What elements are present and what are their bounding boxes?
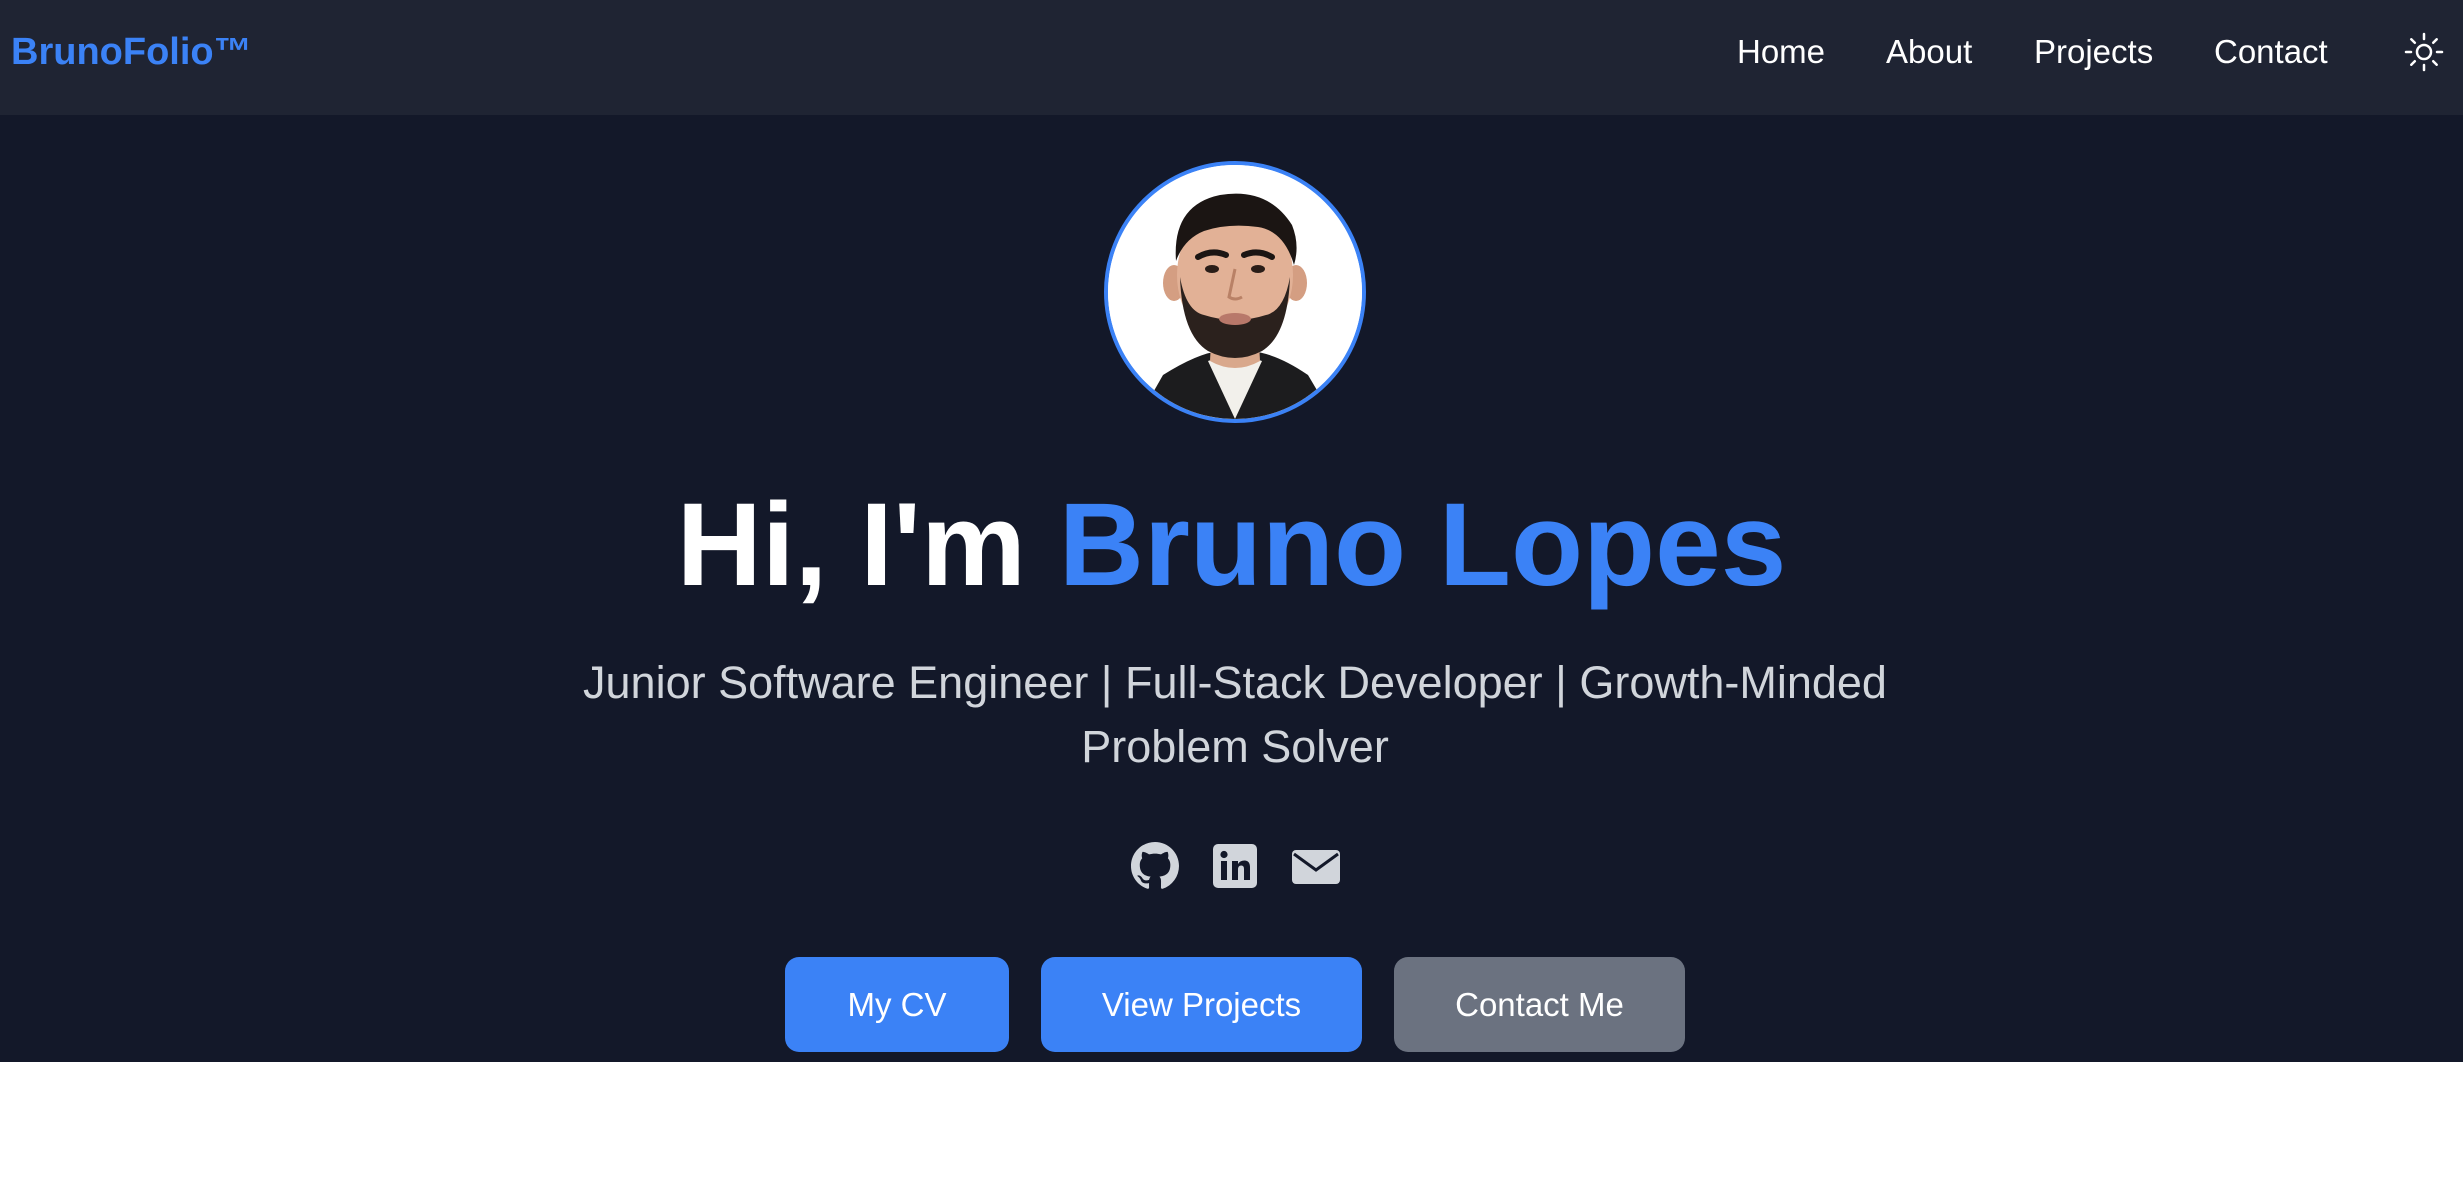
brand-logo[interactable]: BrunoFolio™	[11, 28, 252, 76]
view-projects-button[interactable]: View Projects	[1041, 957, 1362, 1052]
nav-link-projects[interactable]: Projects	[2034, 30, 2153, 74]
headline-name: Bruno Lopes	[1058, 479, 1787, 611]
linkedin-icon	[1213, 844, 1257, 888]
navbar: BrunoFolio™ Home About Projects Contact	[0, 0, 2463, 115]
hero-tagline: Junior Software Engineer | Full-Stack De…	[583, 657, 1887, 772]
hero-headline: Hi, I'm Bruno Lopes	[0, 470, 2463, 620]
theme-toggle-button[interactable]	[2404, 32, 2444, 72]
sun-icon	[2404, 32, 2444, 72]
linkedin-link[interactable]	[1211, 842, 1259, 890]
headline-intro: Hi, I'm	[676, 479, 1059, 611]
avatar	[1104, 161, 1366, 423]
my-cv-button[interactable]: My CV	[785, 957, 1009, 1052]
email-link[interactable]	[1290, 842, 1342, 890]
contact-me-button[interactable]: Contact Me	[1394, 957, 1685, 1052]
profile-photo	[1108, 165, 1362, 419]
github-icon	[1131, 842, 1179, 889]
email-icon	[1292, 850, 1340, 884]
nav-link-contact[interactable]: Contact	[2214, 30, 2328, 74]
nav-link-about[interactable]: About	[1886, 30, 1972, 74]
github-link[interactable]	[1131, 842, 1179, 890]
nav-link-home[interactable]: Home	[1737, 30, 1825, 74]
